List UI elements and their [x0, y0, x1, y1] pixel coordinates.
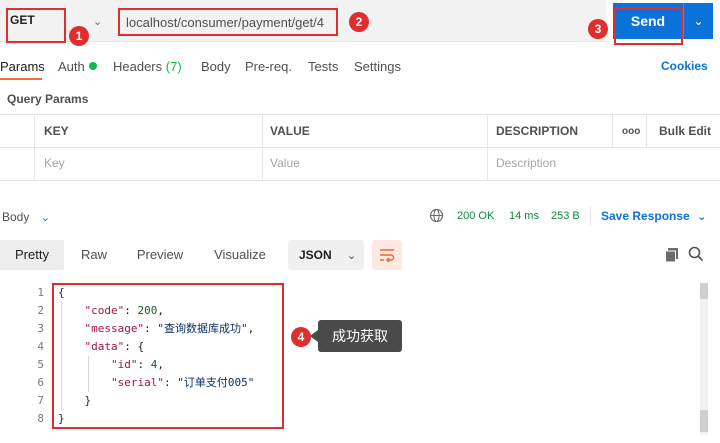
globe-icon[interactable] — [429, 208, 444, 223]
response-body-select[interactable]: Body ⌄ — [2, 210, 50, 224]
scrollbar-thumb[interactable] — [700, 283, 708, 299]
chevron-down-icon: ⌄ — [40, 212, 50, 224]
table-col-divider — [487, 114, 488, 180]
tab-headers[interactable]: Headers (7) — [113, 59, 182, 74]
description-input[interactable]: Description — [496, 156, 556, 170]
annotation-box-method — [6, 8, 66, 43]
line-number: 8 — [37, 412, 44, 425]
response-body-label: Body — [2, 210, 30, 224]
chevron-down-icon: ⌄ — [697, 211, 707, 223]
view-visualize[interactable]: Visualize — [204, 240, 276, 270]
line-number: 6 — [37, 376, 44, 389]
view-preview[interactable]: Preview — [128, 240, 192, 270]
table-col-divider — [646, 114, 647, 147]
more-options-icon[interactable]: ooo — [622, 126, 640, 137]
line-number: 7 — [37, 394, 44, 407]
table-col-divider — [262, 114, 263, 180]
line-number: 4 — [37, 340, 44, 353]
query-params-title: Query Params — [7, 92, 89, 106]
tab-headers-label: Headers — [113, 59, 163, 74]
scrollbar-thumb[interactable] — [700, 410, 708, 432]
url-input[interactable]: localhost/consumer/payment/get/4 — [126, 15, 324, 30]
search-icon[interactable] — [688, 246, 704, 262]
response-size: 253 B — [551, 210, 580, 222]
headers-count: (7) — [165, 59, 182, 74]
auth-status-dot-icon — [88, 62, 97, 70]
save-response-label: Save Response — [601, 209, 690, 223]
line-numbers: 1 2 3 4 5 6 7 8 — [0, 284, 44, 428]
tab-auth-label: Auth — [58, 59, 85, 74]
chevron-down-icon: ⌄ — [347, 250, 357, 262]
annotation-badge-3: 3 — [588, 19, 608, 39]
tab-settings[interactable]: Settings — [354, 59, 401, 74]
format-label: JSON — [299, 248, 332, 262]
method-chevron-down-icon[interactable]: ⌄ — [93, 15, 102, 28]
line-number: 5 — [37, 358, 44, 371]
annotation-badge-4: 4 — [291, 327, 311, 347]
table-border-bottom — [0, 180, 720, 181]
divider — [590, 206, 591, 226]
tab-prerequest[interactable]: Pre-req. — [245, 59, 292, 74]
tab-body[interactable]: Body — [201, 59, 231, 74]
wrap-lines-button[interactable] — [372, 240, 402, 270]
value-input[interactable]: Value — [270, 156, 300, 170]
key-input[interactable]: Key — [44, 156, 65, 170]
send-dropdown-chevron-icon[interactable]: ⌄ — [683, 3, 713, 39]
tab-tests[interactable]: Tests — [308, 59, 338, 74]
cookies-link[interactable]: Cookies — [661, 59, 708, 73]
wrap-lines-icon — [380, 249, 395, 263]
line-number: 3 — [37, 322, 44, 335]
active-tab-underline — [0, 78, 42, 80]
annotation-badge-2: 2 — [349, 12, 369, 32]
annotation-badge-1: 1 — [69, 26, 89, 46]
copy-icon[interactable] — [664, 247, 680, 263]
line-number: 2 — [37, 304, 44, 317]
view-pretty[interactable]: Pretty — [0, 240, 64, 270]
annotation-box-send — [614, 7, 683, 45]
response-time: 14 ms — [509, 210, 539, 222]
table-col-divider — [612, 114, 613, 147]
save-response-button[interactable]: Save Response ⌄ — [601, 209, 706, 223]
line-number: 1 — [37, 286, 44, 299]
table-border-mid — [0, 147, 720, 148]
bulk-edit-button[interactable]: Bulk Edit — [659, 124, 711, 138]
column-header-value: VALUE — [270, 124, 310, 138]
annotation-box-response — [52, 283, 284, 429]
view-raw[interactable]: Raw — [70, 240, 118, 270]
format-select[interactable]: JSON ⌄ — [288, 240, 364, 270]
column-header-key: KEY — [44, 124, 69, 138]
tab-params[interactable]: Params — [0, 59, 45, 74]
column-header-description: DESCRIPTION — [496, 124, 579, 138]
tooltip-arrow — [310, 330, 318, 342]
status-code: 200 OK — [457, 210, 495, 222]
annotation-tooltip: 成功获取 — [318, 320, 402, 352]
table-col-divider — [34, 114, 35, 180]
tab-auth[interactable]: Auth — [58, 59, 97, 74]
